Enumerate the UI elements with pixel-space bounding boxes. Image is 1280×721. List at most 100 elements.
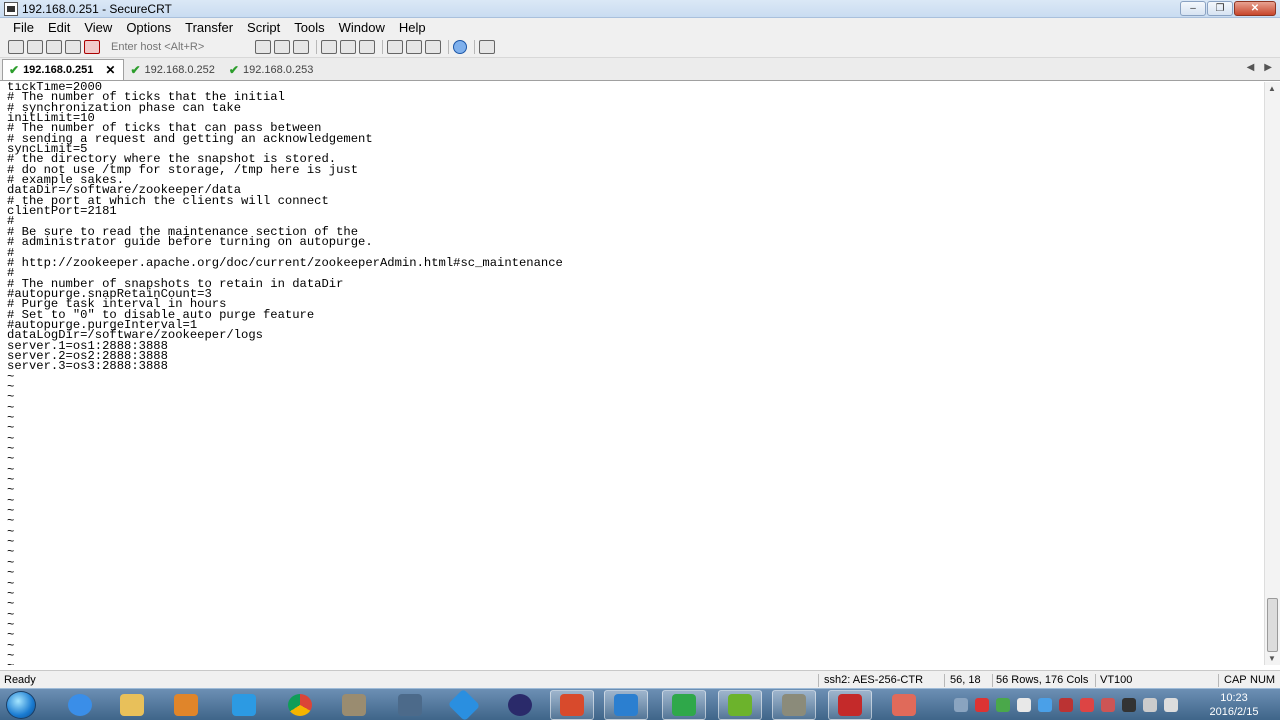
- app-icon: [398, 694, 422, 716]
- menu-view[interactable]: View: [77, 20, 119, 35]
- print-icon[interactable]: [359, 40, 375, 54]
- status-divider: [944, 674, 945, 687]
- volume-icon[interactable]: [1164, 698, 1178, 712]
- securecrt-icon: [782, 694, 806, 716]
- status-divider: [818, 674, 819, 687]
- start-button[interactable]: [6, 691, 36, 719]
- terminal-output[interactable]: tickTime=2000 # The number of ticks that …: [0, 82, 1264, 665]
- taskbar-app-1[interactable]: [332, 690, 376, 720]
- find-icon[interactable]: [293, 40, 309, 54]
- connect-in-tab-icon[interactable]: [46, 40, 62, 54]
- terminal-line: # administrator guide before turning on …: [7, 235, 373, 250]
- tab-scroll-left-icon[interactable]: ◀: [1247, 62, 1255, 73]
- taskbar-app-3[interactable]: [442, 688, 486, 721]
- menu-script[interactable]: Script: [240, 20, 287, 35]
- taskbar-explorer[interactable]: [110, 690, 154, 720]
- tab-label: 192.168.0.252: [144, 63, 215, 76]
- tray-app-icon[interactable]: [1038, 698, 1052, 712]
- securecrt-icon[interactable]: [4, 1, 18, 16]
- tab-close-icon[interactable]: ✕: [105, 63, 115, 77]
- terminal-line: ~: [7, 452, 15, 467]
- terminal-line: ~: [7, 473, 15, 488]
- keyboard-icon[interactable]: [954, 698, 968, 712]
- toolbar-separator: [448, 40, 449, 54]
- tab-192-168-0-251[interactable]: ✔ 192.168.0.251 ✕: [2, 59, 125, 80]
- taskbar-app-6[interactable]: [662, 690, 706, 720]
- close-button[interactable]: ✕: [1234, 1, 1276, 16]
- terminal-line: # sending a request and getting an ackno…: [7, 131, 373, 146]
- taskbar-eclipse[interactable]: [498, 690, 542, 720]
- terminal-line: ~: [7, 493, 15, 508]
- menu-options[interactable]: Options: [119, 20, 178, 35]
- terminal-line: ~: [7, 597, 15, 612]
- network-icon[interactable]: [1143, 698, 1157, 712]
- terminal-line: ~: [7, 638, 15, 653]
- paste-icon[interactable]: [274, 40, 290, 54]
- tab-192-168-0-252[interactable]: ✔ 192.168.0.252: [124, 59, 222, 80]
- status-divider: [1095, 674, 1096, 687]
- enter-host-input[interactable]: [109, 39, 249, 55]
- tray-app-icon[interactable]: [1017, 698, 1031, 712]
- disconnect-icon[interactable]: [84, 40, 100, 54]
- terminal-line: ~: [7, 545, 15, 560]
- terminal-line: dataLogDir=/software/zookeeper/logs: [7, 328, 263, 343]
- status-num: NUM: [1250, 674, 1276, 686]
- taskbar-network[interactable]: [222, 690, 266, 720]
- taskbar-app-4[interactable]: [550, 690, 594, 720]
- connected-check-icon: ✔: [228, 62, 239, 77]
- taskbar-chrome[interactable]: [278, 690, 322, 720]
- menu-edit[interactable]: Edit: [41, 20, 77, 35]
- taskbar-app-8[interactable]: [828, 690, 872, 720]
- taskbar-app-7[interactable]: [718, 690, 762, 720]
- copy-icon[interactable]: [255, 40, 271, 54]
- taskbar-media[interactable]: [164, 690, 208, 720]
- taskbar-app-2[interactable]: [388, 690, 432, 720]
- minimize-button[interactable]: –: [1180, 1, 1206, 16]
- tab-label: 192.168.0.253: [242, 63, 314, 76]
- menu-transfer[interactable]: Transfer: [178, 20, 240, 35]
- tray-app-icon[interactable]: [1080, 698, 1094, 712]
- tray-app-icon[interactable]: [1059, 698, 1073, 712]
- tray-app-icon[interactable]: [1122, 698, 1136, 712]
- scroll-down-arrow-icon[interactable]: ▼: [1268, 654, 1276, 663]
- print-screen-icon[interactable]: [321, 40, 337, 54]
- toolbar: [0, 37, 1280, 58]
- tray-app-icon[interactable]: [996, 698, 1010, 712]
- maximize-button[interactable]: ❐: [1207, 1, 1233, 16]
- taskbar-app-5[interactable]: [604, 690, 648, 720]
- settings-icon[interactable]: [406, 40, 422, 54]
- menu-tools[interactable]: Tools: [287, 20, 331, 35]
- terminal-line: ~: [7, 442, 15, 457]
- taskbar-ie[interactable]: [58, 690, 102, 720]
- tab-192-168-0-253[interactable]: ✔ 192.168.0.253: [223, 59, 321, 80]
- terminal-line: ~: [7, 648, 15, 663]
- terminal-line: ~: [7, 421, 15, 436]
- taskbar-app-9[interactable]: [882, 690, 926, 720]
- scrollbar-thumb[interactable]: [1267, 598, 1278, 652]
- taskbar-clock[interactable]: 10:23 2016/2/15: [1206, 691, 1262, 719]
- terminal-scrollbar[interactable]: ▲ ▼: [1264, 82, 1280, 665]
- scroll-up-arrow-icon[interactable]: ▲: [1268, 84, 1276, 93]
- status-caps: CAP: [1224, 674, 1247, 686]
- menu-file[interactable]: File: [6, 20, 41, 35]
- taskbar-securecrt[interactable]: [772, 690, 816, 720]
- session-manager-icon[interactable]: [479, 40, 495, 54]
- tray-app-icon[interactable]: [975, 698, 989, 712]
- tab-scroll-right-icon[interactable]: ▶: [1264, 62, 1272, 73]
- title-bar: 192.168.0.251 - SecureCRT – ❐ ✕: [0, 0, 1280, 18]
- menu-help[interactable]: Help: [392, 20, 433, 35]
- terminal-line: ~: [7, 400, 15, 415]
- terminal-line: # the port at which the clients will con…: [7, 193, 329, 208]
- quick-connect-icon[interactable]: [27, 40, 43, 54]
- reconnect-icon[interactable]: [65, 40, 81, 54]
- help-icon[interactable]: [453, 40, 467, 54]
- toolbar-separator: [474, 40, 475, 54]
- menu-window[interactable]: Window: [332, 20, 392, 35]
- terminal-line: ~: [7, 369, 15, 384]
- tray-app-icon[interactable]: [1101, 698, 1115, 712]
- connect-icon[interactable]: [8, 40, 24, 54]
- sftp-icon[interactable]: [387, 40, 403, 54]
- terminal-line: ~: [7, 411, 15, 425]
- keymap-icon[interactable]: [425, 40, 441, 54]
- print-selection-icon[interactable]: [340, 40, 356, 54]
